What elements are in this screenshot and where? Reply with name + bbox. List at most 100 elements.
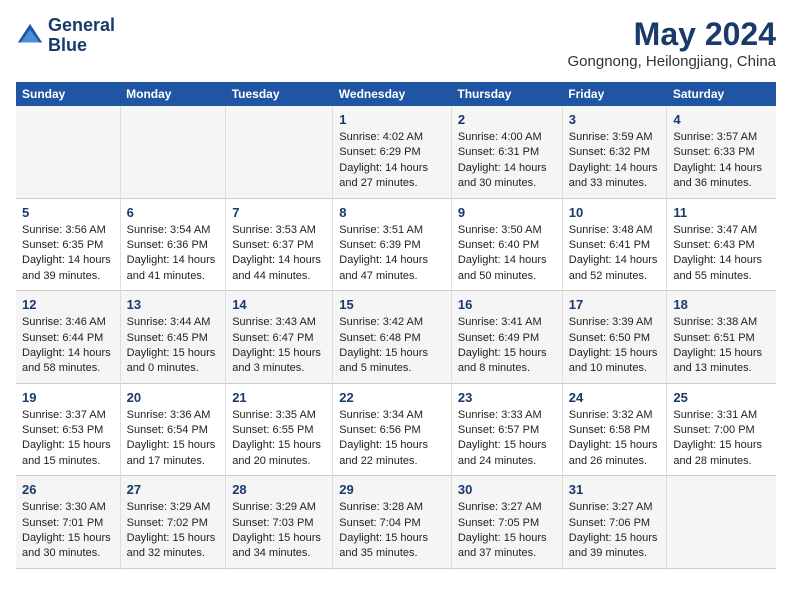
day-info: Sunrise: 3:54 AM Sunset: 6:36 PM Dayligh… xyxy=(127,223,220,285)
calendar-cell xyxy=(120,106,226,198)
day-info: Sunrise: 3:31 AM Sunset: 7:00 PM Dayligh… xyxy=(673,408,770,470)
calendar-cell xyxy=(667,476,776,569)
day-header: Tuesday xyxy=(226,82,333,106)
day-info: Sunrise: 3:36 AM Sunset: 6:54 PM Dayligh… xyxy=(127,408,220,470)
day-info: Sunrise: 3:43 AM Sunset: 6:47 PM Dayligh… xyxy=(232,315,326,377)
calendar-cell: 27 Sunrise: 3:29 AM Sunset: 7:02 PM Dayli… xyxy=(120,476,226,569)
calendar-cell: 25Sunrise: 3:31 AM Sunset: 7:00 PM Dayli… xyxy=(667,383,776,476)
day-number: 14 xyxy=(232,297,326,312)
day-info: Sunrise: 3:51 AM Sunset: 6:39 PM Dayligh… xyxy=(339,223,445,285)
day-number: 7 xyxy=(232,205,326,220)
day-header: Sunday xyxy=(16,82,120,106)
calendar-cell xyxy=(226,106,333,198)
day-number: 3 xyxy=(569,112,661,127)
day-number: 11 xyxy=(673,205,770,220)
calendar-week-row: 19Sunrise: 3:37 AM Sunset: 6:53 PM Dayli… xyxy=(16,383,776,476)
day-number: 9 xyxy=(458,205,556,220)
page-header: General Blue May 2024 Gongnong, Heilongj… xyxy=(16,16,776,70)
day-number: 29 xyxy=(339,482,445,497)
calendar-week-row: 5Sunrise: 3:56 AM Sunset: 6:35 PM Daylig… xyxy=(16,198,776,291)
day-info: Sunrise: 3:46 AM Sunset: 6:44 PM Dayligh… xyxy=(22,315,114,377)
day-number: 28 xyxy=(232,482,326,497)
day-info: Sunrise: 3:29 AM Sunset: 7:02 PM Dayligh… xyxy=(127,500,220,562)
calendar-cell xyxy=(16,106,120,198)
title-block: May 2024 Gongnong, Heilongjiang, China xyxy=(568,16,776,70)
calendar-subtitle: Gongnong, Heilongjiang, China xyxy=(568,53,776,70)
calendar-cell: 17 Sunrise: 3:39 AM Sunset: 6:50 PM Dayli… xyxy=(562,291,667,384)
calendar-cell: 2 Sunrise: 4:00 AM Sunset: 6:31 PM Daylig… xyxy=(451,106,562,198)
calendar-cell: 31Sunrise: 3:27 AM Sunset: 7:06 PM Dayli… xyxy=(562,476,667,569)
calendar-cell: 7 Sunrise: 3:53 AM Sunset: 6:37 PM Daylig… xyxy=(226,198,333,291)
day-info: Sunrise: 3:39 AM Sunset: 6:50 PM Dayligh… xyxy=(569,315,661,377)
day-info: Sunrise: 3:53 AM Sunset: 6:37 PM Dayligh… xyxy=(232,223,326,285)
day-info: Sunrise: 3:50 AM Sunset: 6:40 PM Dayligh… xyxy=(458,223,556,285)
calendar-cell: 11 Sunrise: 3:47 AM Sunset: 6:43 PM Dayli… xyxy=(667,198,776,291)
day-number: 27 xyxy=(127,482,220,497)
day-number: 24 xyxy=(569,390,661,405)
day-number: 19 xyxy=(22,390,114,405)
calendar-cell: 21 Sunrise: 3:35 AM Sunset: 6:55 PM Dayli… xyxy=(226,383,333,476)
day-info: Sunrise: 3:38 AM Sunset: 6:51 PM Dayligh… xyxy=(673,315,770,377)
day-info: Sunrise: 3:29 AM Sunset: 7:03 PM Dayligh… xyxy=(232,500,326,562)
day-info: Sunrise: 3:35 AM Sunset: 6:55 PM Dayligh… xyxy=(232,408,326,470)
day-number: 12 xyxy=(22,297,114,312)
calendar-table: SundayMondayTuesdayWednesdayThursdayFrid… xyxy=(16,82,776,569)
calendar-cell: 29 Sunrise: 3:28 AM Sunset: 7:04 PM Dayli… xyxy=(333,476,452,569)
calendar-cell: 4 Sunrise: 3:57 AM Sunset: 6:33 PM Daylig… xyxy=(667,106,776,198)
day-number: 8 xyxy=(339,205,445,220)
calendar-cell: 28 Sunrise: 3:29 AM Sunset: 7:03 PM Dayli… xyxy=(226,476,333,569)
day-header: Thursday xyxy=(451,82,562,106)
calendar-cell: 3 Sunrise: 3:59 AM Sunset: 6:32 PM Daylig… xyxy=(562,106,667,198)
day-info: Sunrise: 3:47 AM Sunset: 6:43 PM Dayligh… xyxy=(673,223,770,285)
day-info: Sunrise: 3:59 AM Sunset: 6:32 PM Dayligh… xyxy=(569,130,661,192)
calendar-cell: 14 Sunrise: 3:43 AM Sunset: 6:47 PM Dayli… xyxy=(226,291,333,384)
day-number: 2 xyxy=(458,112,556,127)
calendar-cell: 18Sunrise: 3:38 AM Sunset: 6:51 PM Dayli… xyxy=(667,291,776,384)
day-info: Sunrise: 3:44 AM Sunset: 6:45 PM Dayligh… xyxy=(127,315,220,377)
day-number: 30 xyxy=(458,482,556,497)
calendar-cell: 1 Sunrise: 4:02 AM Sunset: 6:29 PM Daylig… xyxy=(333,106,452,198)
calendar-cell: 22 Sunrise: 3:34 AM Sunset: 6:56 PM Dayli… xyxy=(333,383,452,476)
calendar-cell: 9 Sunrise: 3:50 AM Sunset: 6:40 PM Daylig… xyxy=(451,198,562,291)
day-number: 20 xyxy=(127,390,220,405)
day-info: Sunrise: 3:33 AM Sunset: 6:57 PM Dayligh… xyxy=(458,408,556,470)
day-info: Sunrise: 3:57 AM Sunset: 6:33 PM Dayligh… xyxy=(673,130,770,192)
day-info: Sunrise: 4:02 AM Sunset: 6:29 PM Dayligh… xyxy=(339,130,445,192)
calendar-cell: 5Sunrise: 3:56 AM Sunset: 6:35 PM Daylig… xyxy=(16,198,120,291)
calendar-cell: 12 Sunrise: 3:46 AM Sunset: 6:44 PM Dayli… xyxy=(16,291,120,384)
day-info: Sunrise: 3:32 AM Sunset: 6:58 PM Dayligh… xyxy=(569,408,661,470)
day-info: Sunrise: 3:34 AM Sunset: 6:56 PM Dayligh… xyxy=(339,408,445,470)
calendar-cell: 13Sunrise: 3:44 AM Sunset: 6:45 PM Dayli… xyxy=(120,291,226,384)
day-info: Sunrise: 3:27 AM Sunset: 7:05 PM Dayligh… xyxy=(458,500,556,562)
day-number: 26 xyxy=(22,482,114,497)
calendar-cell: 16Sunrise: 3:41 AM Sunset: 6:49 PM Dayli… xyxy=(451,291,562,384)
logo: General Blue xyxy=(16,16,115,56)
calendar-cell: 19Sunrise: 3:37 AM Sunset: 6:53 PM Dayli… xyxy=(16,383,120,476)
day-number: 31 xyxy=(569,482,661,497)
day-number: 10 xyxy=(569,205,661,220)
day-number: 22 xyxy=(339,390,445,405)
calendar-week-row: 1 Sunrise: 4:02 AM Sunset: 6:29 PM Daylig… xyxy=(16,106,776,198)
day-info: Sunrise: 3:56 AM Sunset: 6:35 PM Dayligh… xyxy=(22,223,114,285)
day-info: Sunrise: 3:28 AM Sunset: 7:04 PM Dayligh… xyxy=(339,500,445,562)
calendar-cell: 24 Sunrise: 3:32 AM Sunset: 6:58 PM Dayli… xyxy=(562,383,667,476)
logo-text: General Blue xyxy=(48,16,115,56)
calendar-cell: 23Sunrise: 3:33 AM Sunset: 6:57 PM Dayli… xyxy=(451,383,562,476)
day-number: 4 xyxy=(673,112,770,127)
calendar-cell: 26 Sunrise: 3:30 AM Sunset: 7:01 PM Dayli… xyxy=(16,476,120,569)
day-number: 1 xyxy=(339,112,445,127)
day-number: 6 xyxy=(127,205,220,220)
calendar-title: May 2024 xyxy=(568,16,776,53)
day-info: Sunrise: 4:00 AM Sunset: 6:31 PM Dayligh… xyxy=(458,130,556,192)
logo-icon xyxy=(16,22,44,50)
day-number: 17 xyxy=(569,297,661,312)
day-info: Sunrise: 3:42 AM Sunset: 6:48 PM Dayligh… xyxy=(339,315,445,377)
day-info: Sunrise: 3:48 AM Sunset: 6:41 PM Dayligh… xyxy=(569,223,661,285)
calendar-cell: 10 Sunrise: 3:48 AM Sunset: 6:41 PM Dayli… xyxy=(562,198,667,291)
day-header: Wednesday xyxy=(333,82,452,106)
calendar-cell: 8 Sunrise: 3:51 AM Sunset: 6:39 PM Daylig… xyxy=(333,198,452,291)
day-header: Friday xyxy=(562,82,667,106)
calendar-cell: 30 Sunrise: 3:27 AM Sunset: 7:05 PM Dayli… xyxy=(451,476,562,569)
day-number: 21 xyxy=(232,390,326,405)
day-info: Sunrise: 3:30 AM Sunset: 7:01 PM Dayligh… xyxy=(22,500,114,562)
